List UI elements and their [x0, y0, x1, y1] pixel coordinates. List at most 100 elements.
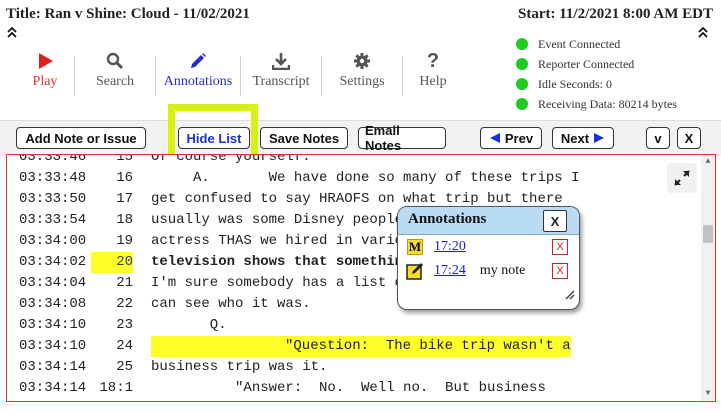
- status-idle-text: Idle Seconds: 0: [538, 76, 612, 91]
- line-timestamp: 03:33:46: [19, 154, 87, 165]
- main-toolbar: Play Search Annotations Transcript Setti…: [16, 50, 463, 100]
- email-notes-button[interactable]: Email Notes: [358, 123, 446, 153]
- line-timestamp: 03:34:08: [19, 296, 87, 312]
- play-icon: [36, 50, 54, 72]
- prev-label: Prev: [504, 130, 534, 146]
- annotation-note: my note: [479, 263, 526, 278]
- save-notes-button[interactable]: Save Notes: [260, 127, 348, 149]
- annotations-button[interactable]: Annotations: [156, 50, 240, 100]
- line-timestamp: 03:34:00: [19, 233, 87, 249]
- add-note-button[interactable]: Add Note or Issue: [16, 127, 146, 149]
- line-number: 21: [116, 275, 133, 291]
- status-event: Event Connected: [516, 34, 677, 54]
- line-timestamp: 03:33:48: [19, 170, 87, 186]
- line-text: Of course yourself.: [151, 154, 311, 165]
- status-event-text: Event Connected: [538, 36, 621, 51]
- session-title: Title: Ran v Shine: Cloud - 11/02/2021: [6, 6, 250, 23]
- status-reporter: Reporter Connected: [516, 54, 677, 74]
- annotations-popup: Annotations X M 17:20 X 17:24 my note X: [397, 206, 580, 310]
- delete-annotation-button[interactable]: X: [552, 239, 568, 255]
- line-number: 18:1: [99, 380, 133, 396]
- next-label: Next: [560, 130, 590, 146]
- line-timestamp: 03:33:54: [19, 212, 87, 228]
- transcript-pane[interactable]: 03:33:46 15 Of course yourself. 03:33:48 16 …: [6, 154, 716, 402]
- line-timestamp: 03:33:50: [19, 191, 87, 207]
- line-text: business trip was it.: [151, 359, 328, 375]
- collapse-header-icon[interactable]: [6, 26, 18, 40]
- transcript-label: Transcript: [252, 74, 310, 89]
- help-label: Help: [419, 74, 447, 89]
- line-timestamp: 03:34:02: [19, 254, 87, 270]
- settings-button[interactable]: Settings: [322, 50, 402, 100]
- annotation-item: 17:24 my note X: [406, 261, 574, 281]
- line-number: 20: [91, 252, 133, 273]
- scroll-down-icon[interactable]: ▼: [701, 387, 715, 401]
- line-text: A. We have done so many of these trips I: [151, 170, 580, 186]
- line-number: 24: [116, 338, 133, 354]
- line-number: 23: [116, 317, 133, 333]
- start-label: Start:: [517, 6, 556, 22]
- annotations-close-button[interactable]: X: [543, 210, 567, 232]
- help-button[interactable]: ? Help: [403, 50, 463, 100]
- line-number: 18: [116, 212, 133, 228]
- status-indicator-icon: [516, 38, 528, 50]
- next-button[interactable]: Next: [552, 127, 614, 149]
- arrow-left-icon: [489, 133, 500, 143]
- line-text: "Question: The bike trip wasn't a: [151, 336, 571, 357]
- line-timestamp: 03:34:10: [19, 338, 87, 354]
- line-number: 16: [116, 170, 133, 186]
- delete-annotation-button[interactable]: X: [552, 263, 568, 279]
- transcript-scrollbar[interactable]: ▲ ▼: [701, 155, 715, 401]
- annotation-item: M 17:20 X: [406, 237, 574, 257]
- annotations-header: Annotations X: [398, 207, 579, 235]
- session-start: Start: 11/2/2021 8:00 AM EDT: [518, 6, 713, 23]
- start-value: 11/2/2021 8:00 AM EDT: [559, 6, 713, 22]
- scrollbar-thumb[interactable]: [703, 225, 713, 243]
- arrow-right-icon: [594, 133, 605, 143]
- annotation-time-link[interactable]: 17:24: [434, 263, 466, 279]
- line-text: "Answer: No. Well no. But business: [151, 380, 546, 396]
- play-button[interactable]: Play: [16, 50, 74, 100]
- line-number: 22: [116, 296, 133, 312]
- line-text: Q.: [151, 317, 227, 333]
- hide-list-button[interactable]: Hide List: [178, 127, 250, 149]
- gear-icon: [353, 50, 371, 72]
- status-reporter-text: Reporter Connected: [538, 56, 635, 71]
- prev-button[interactable]: Prev: [480, 127, 542, 149]
- annotations-title: Annotations: [408, 211, 487, 227]
- title-value: Ran v Shine: Cloud - 11/02/2021: [44, 6, 250, 22]
- line-timestamp: 03:34:14: [19, 380, 87, 396]
- resize-handle-icon[interactable]: [565, 287, 575, 305]
- collapse-status-icon[interactable]: [697, 26, 709, 40]
- annotations-label: Annotations: [163, 74, 233, 89]
- line-timestamp: 03:34:14: [19, 359, 87, 375]
- edit-note-icon: [406, 262, 424, 280]
- search-button[interactable]: Search: [75, 50, 155, 100]
- transcript-button[interactable]: Transcript: [241, 50, 321, 100]
- line-text: actress THAS we hired in various: [151, 233, 420, 249]
- line-number: 17: [116, 191, 133, 207]
- close-notes-button[interactable]: X: [677, 127, 701, 149]
- annotation-time-link[interactable]: 17:20: [434, 239, 466, 255]
- status-receiving-text: Receiving Data: 80214 bytes: [538, 96, 677, 111]
- question-icon: ?: [426, 49, 440, 72]
- connection-status: Event Connected Reporter Connected Idle …: [516, 34, 677, 114]
- line-timestamp: 03:34:10: [19, 317, 87, 333]
- status-indicator-icon: [516, 78, 528, 90]
- notes-button-bar: Add Note or Issue Hide List Save Notes E…: [0, 120, 721, 156]
- line-number: 25: [116, 359, 133, 375]
- line-timestamp: 03:34:04: [19, 275, 87, 291]
- search-icon: [106, 50, 124, 72]
- scroll-up-icon[interactable]: ▲: [701, 155, 715, 169]
- search-label: Search: [95, 74, 135, 89]
- pencil-icon: [189, 50, 207, 72]
- marker-icon: M: [407, 239, 423, 255]
- line-number: 15: [116, 154, 133, 165]
- expand-icon[interactable]: [667, 163, 697, 193]
- download-icon: [272, 50, 290, 72]
- settings-label: Settings: [339, 74, 385, 89]
- collapse-down-button[interactable]: v: [646, 127, 670, 149]
- line-number: 19: [116, 233, 133, 249]
- line-text: can see who it was.: [151, 296, 311, 312]
- status-indicator-icon: [516, 58, 528, 70]
